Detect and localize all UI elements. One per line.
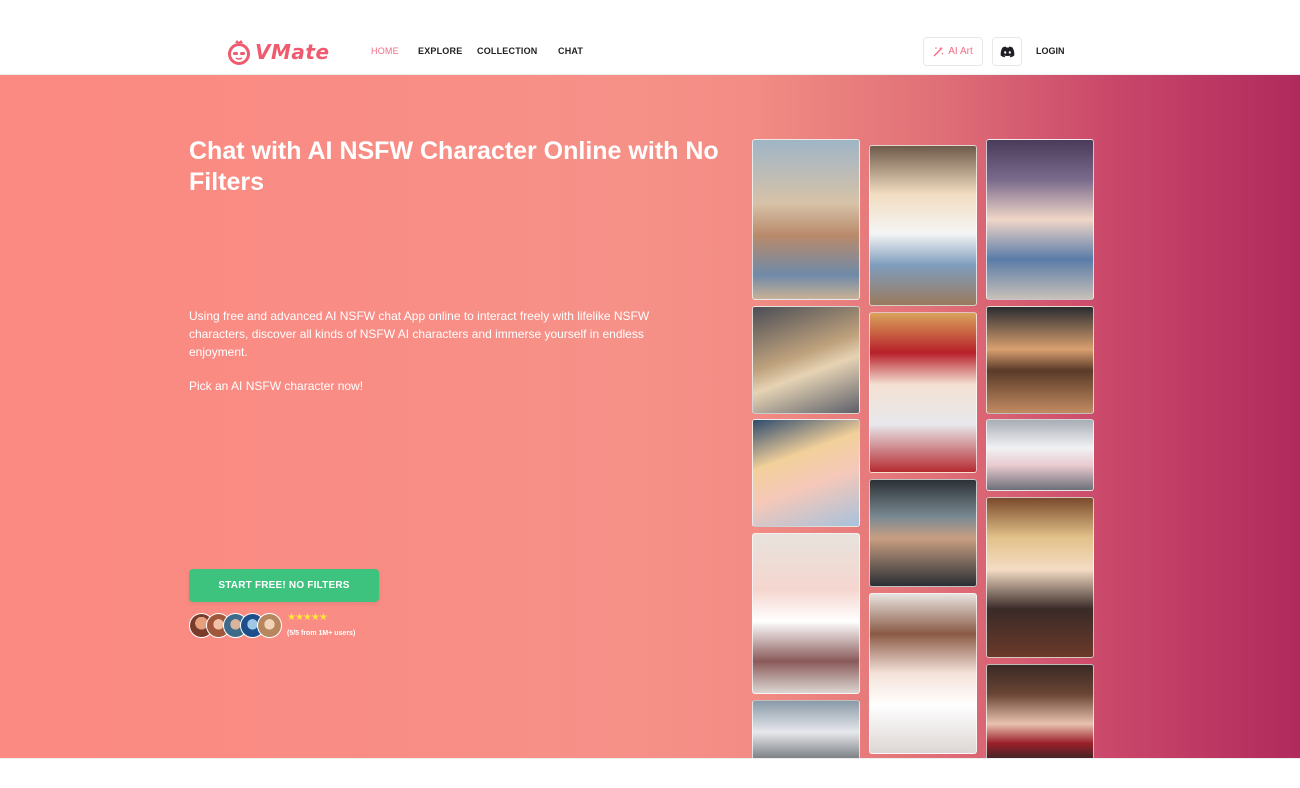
character-card[interactable] <box>752 700 860 758</box>
hero-title: Chat with AI NSFW Character Online with … <box>189 137 719 196</box>
avatar <box>257 613 282 638</box>
nav-item-chat[interactable]: CHAT <box>558 46 583 56</box>
hero-section: Chat with AI NSFW Character Online with … <box>0 75 1300 758</box>
main-nav: HOME EXPLORE COLLECTION CHAT <box>371 46 583 56</box>
brand-logo[interactable]: VMate <box>226 36 330 68</box>
rating-stars: ★★★★★ <box>287 612 328 623</box>
character-card[interactable] <box>986 419 1094 491</box>
discord-icon <box>1000 46 1014 57</box>
character-card[interactable] <box>752 419 860 527</box>
brand-name: VMate <box>255 40 330 64</box>
nav-item-explore[interactable]: EXPLORE <box>418 46 477 56</box>
page-bottom <box>0 758 1300 788</box>
character-gallery <box>752 139 1094 758</box>
character-card[interactable] <box>986 139 1094 300</box>
magic-wand-icon <box>933 46 944 57</box>
character-card[interactable] <box>986 497 1094 658</box>
hero-description: Using free and advanced AI NSFW chat App… <box>189 309 650 359</box>
logo-mascot-icon <box>226 39 252 65</box>
rating-text: (5/5 from 1M+ users) <box>287 630 356 637</box>
character-card[interactable] <box>986 664 1094 758</box>
character-card[interactable] <box>752 139 860 300</box>
character-card[interactable] <box>869 479 977 587</box>
character-card[interactable] <box>752 533 860 694</box>
character-card[interactable] <box>752 306 860 414</box>
ai-art-button[interactable]: AI Art <box>923 37 983 66</box>
nav-item-collection[interactable]: COLLECTION <box>477 46 558 56</box>
start-free-button[interactable]: START FREE! NO FILTERS <box>189 569 379 602</box>
user-avatars <box>189 613 282 638</box>
site-header: VMate HOME EXPLORE COLLECTION CHAT AI Ar… <box>0 0 1300 75</box>
nav-item-home[interactable]: HOME <box>371 46 418 56</box>
character-card[interactable] <box>986 306 1094 414</box>
character-card[interactable] <box>869 145 977 306</box>
hero-cta-text: Pick an AI NSFW character now! <box>189 379 364 393</box>
character-card[interactable] <box>869 593 977 754</box>
character-card[interactable] <box>869 312 977 473</box>
discord-button[interactable] <box>992 37 1022 66</box>
ai-art-label: AI Art <box>948 46 973 57</box>
login-link[interactable]: LOGIN <box>1036 46 1065 56</box>
